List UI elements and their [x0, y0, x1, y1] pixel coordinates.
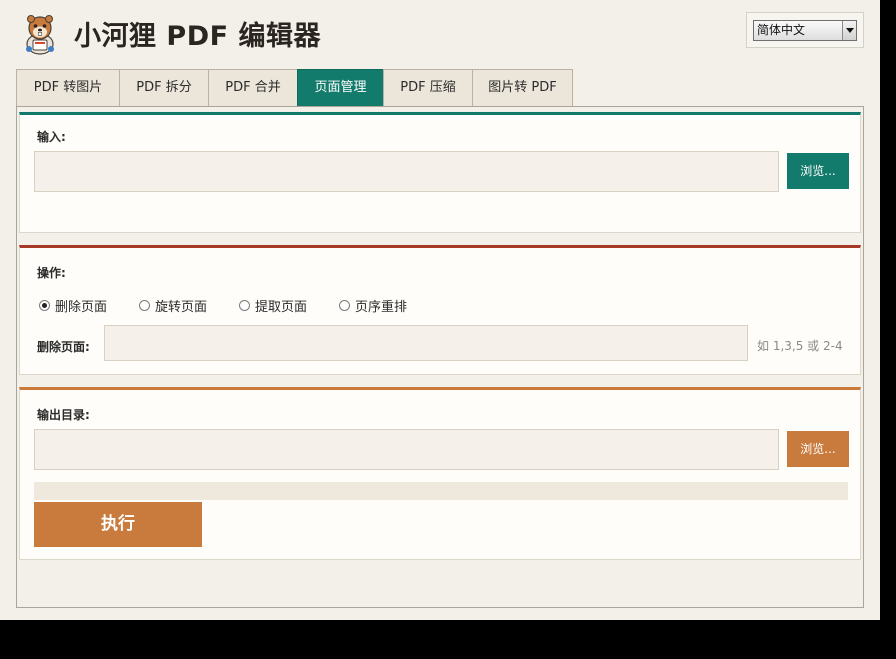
output-dir-label: 输出目录: — [37, 408, 90, 422]
radio-delete-pages[interactable]: 删除页面 — [39, 296, 107, 315]
tab-bar: PDF 转图片 PDF 拆分 PDF 合并 页面管理 PDF 压缩 图片转 PD… — [16, 69, 573, 107]
tab-pdf-split[interactable]: PDF 拆分 — [119, 69, 208, 107]
tab-pdf-compress[interactable]: PDF 压缩 — [383, 69, 472, 107]
radio-indicator[interactable] — [39, 300, 50, 311]
language-selector-frame: 简体中文 — [746, 12, 864, 48]
output-section: 输出目录: 浏览... 执行 — [19, 387, 861, 560]
language-select-value: 简体中文 — [757, 23, 806, 37]
radio-label: 旋转页面 — [155, 300, 208, 315]
radio-label: 提取页面 — [255, 300, 308, 315]
radio-extract-pages[interactable]: 提取页面 — [239, 296, 307, 315]
radio-reorder-pages[interactable]: 页序重排 — [339, 296, 407, 315]
tab-image-to-pdf[interactable]: 图片转 PDF — [472, 69, 573, 107]
input-label: 输入: — [37, 130, 66, 144]
tab-page-management[interactable]: 页面管理 — [297, 69, 383, 107]
radio-indicator[interactable] — [239, 300, 250, 311]
app-title: 小河狸 PDF 编辑器 — [74, 21, 321, 52]
language-select[interactable]: 简体中文 — [753, 20, 857, 41]
radio-indicator[interactable] — [339, 300, 350, 311]
page-management-panel: 输入: 浏览... 操作: 删除页面 旋转页面 提取页面 页序重排 删除页面: … — [16, 106, 864, 608]
tab-pdf-to-image[interactable]: PDF 转图片 — [16, 69, 119, 107]
chevron-down-icon[interactable] — [842, 21, 856, 40]
output-browse-button[interactable]: 浏览... — [787, 431, 849, 467]
tab-pdf-merge[interactable]: PDF 合并 — [208, 69, 297, 107]
progress-bar — [34, 482, 848, 500]
input-file-field[interactable] — [34, 151, 779, 192]
radio-indicator[interactable] — [139, 300, 150, 311]
operation-label: 操作: — [37, 266, 66, 280]
beaver-logo-icon — [26, 15, 54, 55]
operation-section: 操作: 删除页面 旋转页面 提取页面 页序重排 删除页面: 如 1,3,5 或 … — [19, 245, 861, 375]
output-dir-field[interactable] — [34, 429, 779, 470]
input-section: 输入: 浏览... — [19, 112, 861, 233]
radio-label: 页序重排 — [355, 300, 408, 315]
run-button[interactable]: 执行 — [34, 502, 202, 547]
app-window: 小河狸 PDF 编辑器 简体中文 PDF 转图片 PDF 拆分 PDF 合并 页… — [0, 0, 880, 620]
radio-label: 删除页面 — [55, 300, 108, 315]
radio-rotate-pages[interactable]: 旋转页面 — [139, 296, 207, 315]
pages-label: 删除页面: — [37, 340, 90, 354]
pages-hint: 如 1,3,5 或 2-4 — [757, 339, 843, 353]
pages-input[interactable] — [104, 325, 748, 361]
input-browse-button[interactable]: 浏览... — [787, 153, 849, 189]
